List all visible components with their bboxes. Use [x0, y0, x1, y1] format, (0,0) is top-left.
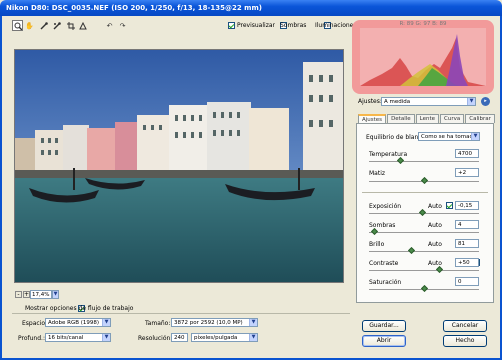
profund-label: Profund.:: [18, 335, 45, 342]
contraste-slider[interactable]: [369, 270, 479, 271]
abrir-button[interactable]: Abrir: [362, 335, 406, 347]
ajustes-label: Ajustes:: [358, 98, 382, 105]
chevron-down-icon: ▼: [249, 334, 257, 341]
contraste-label: Contraste: [369, 260, 399, 267]
tamano-value: 3872 por 2592 (10,0 MP): [174, 320, 243, 326]
resolucion-input[interactable]: 240: [171, 333, 188, 342]
wb-select[interactable]: Como se ha tomado ▼: [418, 132, 480, 141]
divider: [362, 192, 488, 193]
wb-value: Como se ha tomado: [421, 134, 477, 140]
sombras-input[interactable]: 4: [455, 220, 479, 229]
temperatura-slider[interactable]: [369, 161, 479, 162]
settings-menu-icon[interactable]: ▸: [481, 97, 490, 106]
chevron-down-icon: ▼: [102, 334, 110, 341]
tamano-select[interactable]: 3872 por 2592 (10,0 MP) ▼: [171, 318, 258, 327]
rotate-right-icon[interactable]: ↷: [117, 20, 128, 31]
brillo-slider[interactable]: [369, 251, 479, 252]
chevron-down-icon: ▼: [102, 319, 110, 326]
tab-detalle[interactable]: Detalle: [387, 114, 415, 123]
zoom-dropdown-icon[interactable]: ▼: [52, 290, 59, 299]
tab-lente[interactable]: Lente: [415, 114, 440, 123]
chevron-down-icon: ▼: [467, 98, 475, 105]
chevron-down-icon: ▼: [249, 319, 257, 326]
brillo-label: Brillo: [369, 241, 385, 248]
exposicion-auto-label: Auto: [428, 203, 442, 210]
zoom-icon[interactable]: [12, 20, 23, 31]
exposicion-auto-checkbox[interactable]: [445, 202, 453, 209]
brillo-auto-label: Auto: [428, 241, 442, 248]
espacio-select[interactable]: Adobe RGB (1998) ▼: [45, 318, 111, 327]
chevron-down-icon: ▼: [471, 133, 479, 140]
saturacion-input[interactable]: 0: [455, 277, 479, 286]
ajustes-select[interactable]: A medida ▼: [381, 97, 476, 106]
tamano-label: Tamaño:: [145, 320, 171, 327]
mostrar-opciones-label: Mostrar opciones de flujo de trabajo: [25, 305, 134, 312]
straighten-icon[interactable]: [77, 20, 88, 31]
photo-preview[interactable]: [14, 49, 344, 283]
exposicion-label: Exposición: [369, 203, 402, 210]
matiz-input[interactable]: +2: [455, 168, 479, 177]
zoom-out-button[interactable]: -: [15, 291, 22, 298]
hecho-button[interactable]: Hecho: [443, 335, 487, 347]
rgb-readout: R: 89 G: 97 B: 89: [399, 21, 447, 27]
zoom-level[interactable]: 17,4%: [30, 290, 52, 299]
color-sampler-icon[interactable]: [51, 20, 62, 31]
hand-icon[interactable]: ✋: [24, 20, 35, 31]
espacio-label: Espacio:: [22, 320, 48, 327]
profund-value: 16 bits/canal: [48, 335, 84, 341]
espacio-value: Adobe RGB (1998): [48, 320, 100, 326]
contraste-input[interactable]: +50: [455, 258, 479, 267]
window-title: Nikon D80: DSC_0035.NEF (ISO 200, 1/250,…: [0, 0, 502, 16]
rotate-left-icon[interactable]: ↶: [104, 20, 115, 31]
cancelar-button[interactable]: Cancelar: [443, 320, 487, 332]
previsualizar-checkbox[interactable]: [228, 22, 235, 29]
sombras-auto-label: Auto: [428, 222, 442, 229]
histogram: R: 89 G: 97 B: 89: [352, 20, 494, 94]
previsualizar-label: Previsualizar: [237, 22, 275, 29]
brillo-input[interactable]: 81: [455, 239, 479, 248]
zoom-in-button[interactable]: +: [23, 291, 30, 298]
tab-calibrar[interactable]: Calibrar: [465, 114, 495, 123]
sombras-label: Sombras: [280, 22, 307, 29]
eyedropper-icon[interactable]: [38, 20, 49, 31]
crop-icon[interactable]: [65, 20, 76, 31]
saturacion-label: Saturación: [369, 279, 402, 286]
tab-curva[interactable]: Curva: [440, 114, 465, 123]
iluminaciones-label: Iluminaciones: [315, 22, 357, 29]
temperatura-input[interactable]: 4700: [455, 149, 479, 158]
guardar-button[interactable]: Guardar...: [362, 320, 406, 332]
profund-select[interactable]: 16 bits/canal ▼: [45, 333, 111, 342]
ajustes-value: A medida: [384, 99, 411, 105]
exposicion-input[interactable]: -0,15: [455, 201, 479, 210]
histogram-graph: [360, 28, 486, 86]
matiz-label: Matiz: [369, 170, 386, 177]
resolucion-unit-select[interactable]: píxeles/pulgada ▼: [191, 333, 258, 342]
resolucion-unit-value: píxeles/pulgada: [194, 335, 238, 341]
sombras-slider[interactable]: [369, 232, 479, 233]
resolucion-label: Resolución:: [138, 335, 173, 342]
divider: [12, 313, 350, 314]
